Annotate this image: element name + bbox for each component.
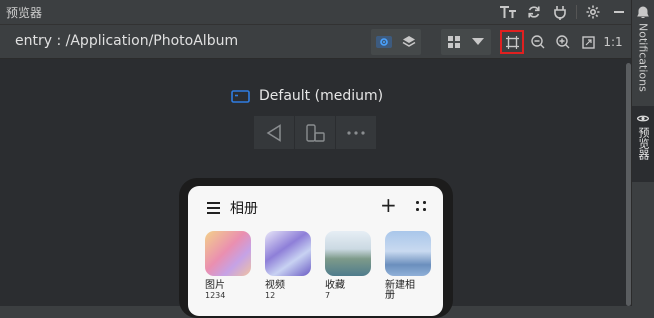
album-name: 收藏	[325, 280, 345, 291]
window-title: 预览器	[6, 6, 43, 20]
album-name: 视频	[265, 280, 285, 291]
fit-frame-icon[interactable]	[500, 30, 524, 54]
page-path: entry : /Application/PhotoAlbum	[15, 33, 239, 49]
minimize-icon[interactable]	[606, 0, 632, 24]
album-item[interactable]: 视频 12	[265, 231, 311, 300]
album-name: 新建相册	[385, 280, 415, 301]
rotate-button[interactable]	[295, 116, 336, 149]
eye-icon	[637, 115, 649, 122]
album-thumbnail	[325, 231, 371, 276]
rotate-device-icon	[306, 123, 325, 142]
right-tool-sidebar: Notifications 预览器	[631, 0, 654, 306]
device-icon	[231, 89, 250, 103]
album-count: 7	[325, 291, 331, 300]
album-thumbnail	[265, 231, 311, 276]
vertical-scrollbar[interactable]	[626, 63, 631, 306]
grid-dots-icon[interactable]	[415, 200, 427, 212]
add-icon[interactable]: +	[380, 193, 397, 217]
album-count: 1234	[205, 291, 226, 300]
device-screen[interactable]: 相册 + 图片 1234 视频 12 收藏 7 新建相册	[188, 186, 443, 316]
device-actions	[254, 116, 376, 149]
album-thumbnail	[205, 231, 251, 276]
album-item[interactable]: 收藏 7	[325, 231, 371, 300]
grid-icon[interactable]	[442, 30, 466, 54]
album-item[interactable]: 图片 1234	[205, 231, 251, 300]
album-thumbnail	[385, 231, 431, 276]
gear-icon[interactable]	[580, 0, 606, 24]
title-bar: 预览器	[0, 0, 632, 25]
font-size-icon[interactable]	[495, 0, 521, 24]
zoom-in-icon[interactable]	[551, 30, 575, 54]
bell-icon	[637, 6, 649, 18]
more-dots-icon	[347, 130, 365, 135]
album-name: 图片	[205, 280, 225, 291]
back-button[interactable]	[254, 116, 295, 149]
album-count: 12	[265, 291, 276, 300]
album-item[interactable]: 新建相册	[385, 231, 431, 301]
zoom-out-icon[interactable]	[526, 30, 550, 54]
more-button[interactable]	[336, 116, 376, 149]
refresh-icon[interactable]	[521, 0, 547, 24]
notifications-tab[interactable]: Notifications	[632, 6, 654, 92]
app-title: 相册	[230, 201, 258, 217]
chevron-down-icon[interactable]	[466, 30, 490, 54]
previewer-label: 预览器	[637, 127, 650, 160]
menu-icon[interactable]	[207, 202, 220, 217]
notifications-label: Notifications	[636, 23, 650, 92]
fit-screen-icon[interactable]	[576, 30, 600, 54]
inspector-icon[interactable]	[372, 30, 396, 54]
actual-size-button[interactable]: 1:1	[601, 30, 625, 54]
previewer-tab[interactable]: 预览器	[632, 106, 654, 182]
device-selector[interactable]: Default (medium)	[231, 88, 383, 104]
preview-toolbar: entry : /Application/PhotoAlbum 1:1	[0, 25, 632, 59]
device-name: Default (medium)	[259, 88, 384, 104]
layers-icon[interactable]	[397, 30, 421, 54]
back-triangle-icon	[266, 123, 281, 142]
plug-icon[interactable]	[547, 0, 573, 24]
